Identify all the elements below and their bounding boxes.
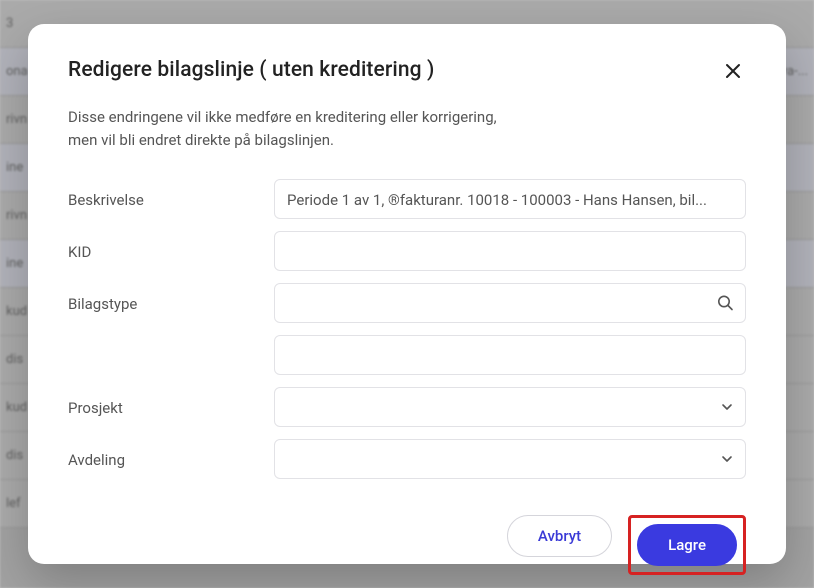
modal-header: Redigere bilagslinje ( uten kreditering …	[68, 58, 746, 84]
modal-title: Redigere bilagslinje ( uten kreditering …	[68, 58, 434, 82]
input-beskrivelse[interactable]: Periode 1 av 1, ®fakturanr. 10018 - 1000…	[274, 179, 746, 219]
input-bilagstype[interactable]	[274, 283, 746, 323]
label-kid: KID	[68, 241, 274, 261]
select-avdeling[interactable]	[274, 439, 746, 479]
label-prosjekt: Prosjekt	[68, 397, 274, 417]
modal-subtitle: Disse endringene vil ikke medføre en kre…	[68, 106, 746, 153]
label-beskrivelse: Beskrivelse	[68, 189, 274, 209]
label-bilagstype: Bilagstype	[68, 293, 274, 313]
row-avdeling: Avdeling	[68, 439, 746, 479]
form: Beskrivelse Periode 1 av 1, ®fakturanr. …	[68, 179, 746, 491]
close-icon	[724, 68, 742, 83]
label-avdeling: Avdeling	[68, 449, 274, 469]
row-kid: KID	[68, 231, 746, 271]
modal-footer: Avbryt Lagre	[68, 515, 746, 575]
cancel-button[interactable]: Avbryt	[507, 515, 612, 557]
input-extra[interactable]	[274, 335, 746, 375]
edit-voucher-line-modal: Redigere bilagslinje ( uten kreditering …	[28, 24, 786, 564]
close-button[interactable]	[720, 58, 746, 84]
input-kid[interactable]	[274, 231, 746, 271]
label-empty	[68, 354, 274, 356]
row-beskrivelse: Beskrivelse Periode 1 av 1, ®fakturanr. …	[68, 179, 746, 219]
row-prosjekt: Prosjekt	[68, 387, 746, 427]
save-button[interactable]: Lagre	[637, 524, 737, 566]
save-button-highlight: Lagre	[628, 515, 746, 575]
row-bilagstype: Bilagstype	[68, 283, 746, 323]
select-prosjekt[interactable]	[274, 387, 746, 427]
row-extra	[68, 335, 746, 375]
